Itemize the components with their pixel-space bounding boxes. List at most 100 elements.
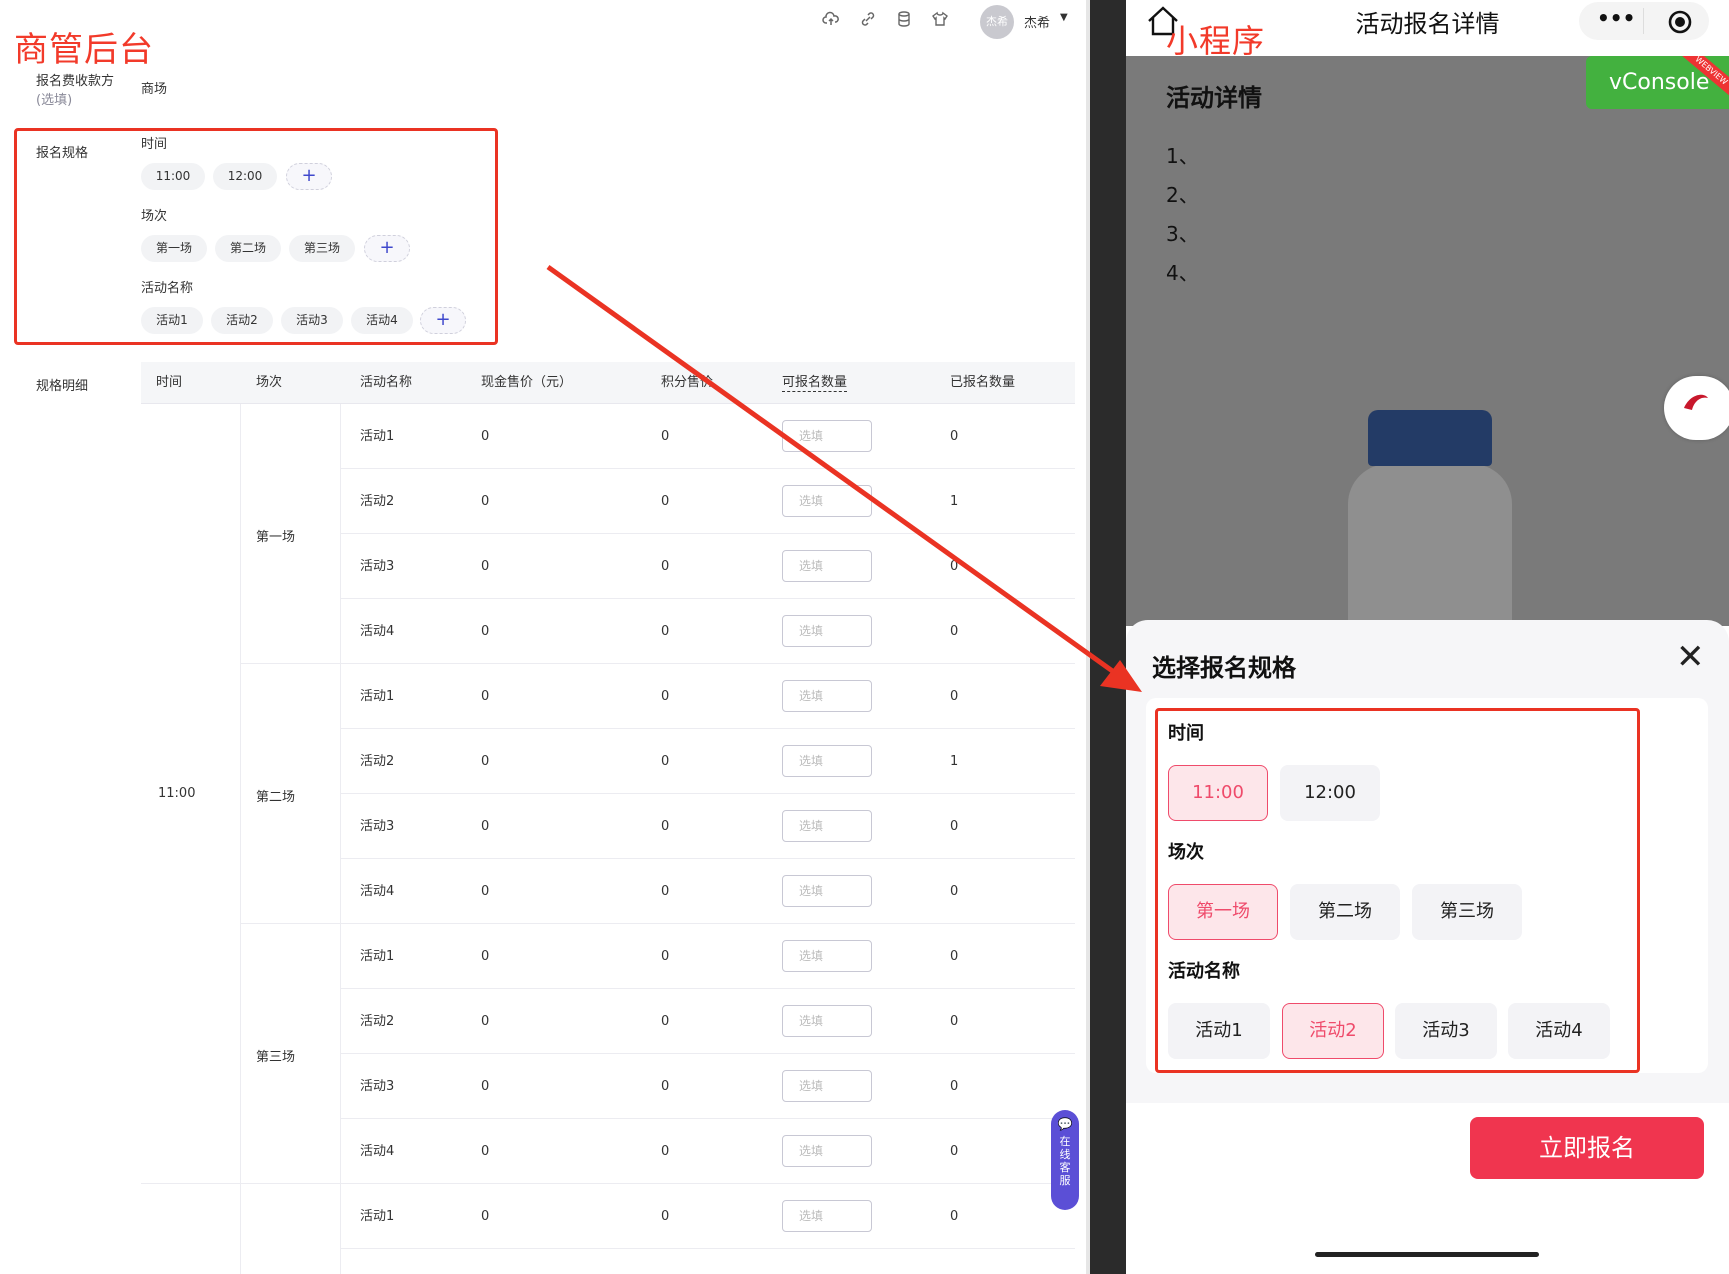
register-now-button[interactable]: 立即报名 bbox=[1470, 1117, 1704, 1179]
cash-price-cell: 0 bbox=[481, 819, 490, 834]
chat-icon: 💬 bbox=[1057, 1117, 1073, 1131]
points-price-cell: 0 bbox=[661, 949, 670, 964]
available-quantity-input[interactable]: 选填 bbox=[782, 680, 872, 712]
available-quantity-input[interactable]: 选填 bbox=[782, 420, 872, 452]
table-row: 活动1 0 0 0 选填 bbox=[141, 404, 1075, 469]
points-price-cell: 0 bbox=[661, 494, 670, 509]
points-price-cell: 0 bbox=[661, 754, 670, 769]
phone-screen: 活动报名详情 ••• 小程序 活动详情 1、 2、 3、 4、 vConsole… bbox=[1126, 0, 1729, 1274]
signed-count-cell: 0 bbox=[950, 1014, 959, 1029]
signed-count-cell: 0 bbox=[950, 624, 959, 639]
online-service-label: 在线客服 bbox=[1059, 1135, 1071, 1187]
available-quantity-input[interactable]: 选填 bbox=[782, 1005, 872, 1037]
row-divider bbox=[341, 1248, 1075, 1249]
available-quantity-input[interactable]: 选填 bbox=[782, 615, 872, 647]
shirt-icon[interactable] bbox=[929, 10, 951, 32]
available-quantity-input[interactable]: 选填 bbox=[782, 810, 872, 842]
activity-cell: 活动3 bbox=[360, 819, 395, 834]
cash-price-cell: 0 bbox=[481, 624, 490, 639]
cash-price-cell: 0 bbox=[481, 754, 490, 769]
signed-count-cell: 0 bbox=[950, 1144, 959, 1159]
more-icon[interactable]: ••• bbox=[1597, 6, 1635, 30]
cash-price-cell: 0 bbox=[481, 949, 490, 964]
signed-count-cell: 0 bbox=[950, 1209, 959, 1224]
payee-optional: (选填) bbox=[36, 93, 73, 108]
points-price-cell: 0 bbox=[661, 559, 670, 574]
close-icon[interactable]: ✕ bbox=[1676, 640, 1705, 674]
database-icon[interactable] bbox=[893, 10, 915, 32]
vconsole-button[interactable]: vConsole WEBVIEW bbox=[1586, 56, 1729, 109]
available-quantity-input[interactable]: 选填 bbox=[782, 745, 872, 777]
sheet-title: 选择报名规格 bbox=[1152, 654, 1296, 682]
list-item: 4、 bbox=[1166, 261, 1199, 285]
username[interactable]: 杰希 bbox=[1024, 12, 1050, 31]
content-title: 活动详情 bbox=[1166, 84, 1262, 112]
activity-cell: 活动4 bbox=[360, 624, 395, 639]
detail-label: 规格明细 bbox=[36, 379, 89, 394]
available-quantity-input[interactable]: 选填 bbox=[782, 1135, 872, 1167]
home-indicator bbox=[1315, 1252, 1539, 1257]
table-row: 活动2 0 0 1 选填 bbox=[141, 469, 1075, 534]
annotation-highlight-box bbox=[14, 128, 498, 345]
time-divider bbox=[141, 1183, 1075, 1184]
session-cell: 第二场 bbox=[256, 790, 296, 805]
points-price-cell: 0 bbox=[661, 884, 670, 899]
activity-cell: 活动2 bbox=[360, 494, 395, 509]
activity-cell: 活动4 bbox=[360, 1144, 395, 1159]
signed-count-cell: 0 bbox=[950, 819, 959, 834]
session-cell: 第三场 bbox=[256, 1050, 296, 1065]
available-quantity-input[interactable]: 选填 bbox=[782, 485, 872, 517]
mini-program-panel: 活动报名详情 ••• 小程序 活动详情 1、 2、 3、 4、 vConsole… bbox=[1090, 0, 1729, 1274]
bottle-cap-image bbox=[1368, 410, 1492, 466]
session-col-line bbox=[340, 404, 341, 1274]
chevron-down-icon[interactable]: ▼ bbox=[1060, 12, 1068, 23]
points-price-cell: 0 bbox=[661, 1144, 670, 1159]
vconsole-label: vConsole bbox=[1609, 70, 1710, 95]
points-price-cell: 0 bbox=[661, 624, 670, 639]
signed-count-cell: 1 bbox=[950, 754, 959, 769]
col-header-session: 场次 bbox=[256, 375, 283, 390]
table-row: 活动1 0 0 0 选填 bbox=[141, 924, 1075, 989]
signed-count-cell: 0 bbox=[950, 884, 959, 899]
admin-annotation-label: 商管后台 bbox=[14, 30, 154, 70]
online-service-button[interactable]: 💬 在线客服 bbox=[1051, 1110, 1079, 1210]
col-header-cash-price: 现金售价（元） bbox=[481, 375, 573, 390]
available-quantity-input[interactable]: 选填 bbox=[782, 940, 872, 972]
col-header-available: 可报名数量 bbox=[782, 362, 848, 404]
points-price-cell: 0 bbox=[661, 1079, 670, 1094]
cloud-upload-icon[interactable] bbox=[820, 10, 842, 32]
mall-logo-icon[interactable] bbox=[1664, 376, 1729, 440]
activity-cell: 活动1 bbox=[360, 689, 395, 704]
avatar[interactable]: 杰希 bbox=[980, 5, 1014, 39]
admin-panel: 商管后台 杰希 杰希 ▼ 报名费收款方 (选填) 商场 报名规格 时间 11:0… bbox=[0, 0, 1090, 1274]
table-row: 活动1 0 0 0 选填 bbox=[141, 1184, 1075, 1249]
activity-cell: 活动2 bbox=[360, 754, 395, 769]
activity-cell: 活动3 bbox=[360, 1079, 395, 1094]
link-icon[interactable] bbox=[857, 10, 879, 32]
payee-label: 报名费收款方 bbox=[36, 74, 115, 89]
table-row: 活动4 0 0 0 选填 bbox=[141, 859, 1075, 924]
payee-value: 商场 bbox=[141, 82, 168, 97]
table-row: 活动1 0 0 0 选填 bbox=[141, 664, 1075, 729]
bottle-image bbox=[1348, 464, 1512, 626]
available-quantity-input[interactable]: 选填 bbox=[782, 1200, 872, 1232]
list-item: 3、 bbox=[1166, 222, 1199, 246]
col-header-signed: 已报名数量 bbox=[950, 375, 1016, 390]
activity-cell: 活动1 bbox=[360, 1209, 395, 1224]
col-header-available-text: 可报名数量 bbox=[782, 375, 848, 392]
signed-count-cell: 0 bbox=[950, 949, 959, 964]
activity-cell: 活动2 bbox=[360, 1014, 395, 1029]
activity-cell: 活动1 bbox=[360, 429, 395, 444]
available-quantity-input[interactable]: 选填 bbox=[782, 550, 872, 582]
available-quantity-input[interactable]: 选填 bbox=[782, 875, 872, 907]
col-header-time: 时间 bbox=[156, 375, 183, 390]
annotation-highlight-box bbox=[1155, 708, 1640, 1073]
table-row: 活动2 0 0 0 选填 bbox=[141, 989, 1075, 1054]
capsule-divider bbox=[1643, 8, 1644, 34]
target-close-icon[interactable] bbox=[1667, 9, 1693, 39]
available-quantity-input[interactable]: 选填 bbox=[782, 1070, 872, 1102]
cash-price-cell: 0 bbox=[481, 1209, 490, 1224]
points-price-cell: 0 bbox=[661, 689, 670, 704]
spec-select-sheet: 选择报名规格 ✕ 时间 11:00 12:00 场次 第一场 第二场 第三场 活… bbox=[1126, 620, 1729, 1274]
capsule-menu: ••• bbox=[1579, 2, 1709, 40]
